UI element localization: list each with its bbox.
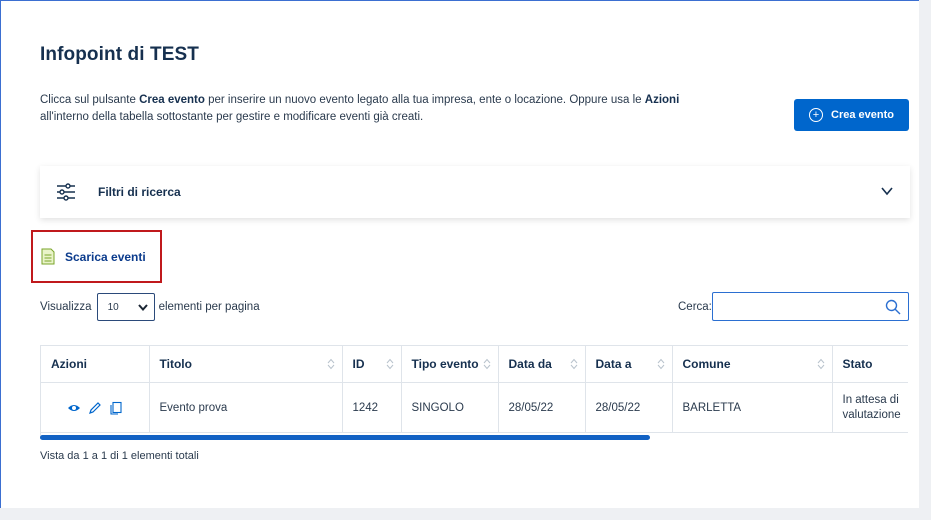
column-header-event-type[interactable]: Tipo evento — [401, 345, 499, 383]
column-header-id[interactable]: ID — [342, 345, 402, 383]
page-title: Infopoint di TEST — [40, 44, 199, 65]
scroll-gutter-bottom — [0, 508, 931, 520]
create-event-label: Crea evento — [831, 109, 894, 121]
sort-icon — [570, 358, 577, 370]
spreadsheet-file-icon — [41, 248, 55, 265]
cell-municipality: BARLETTA — [672, 382, 833, 433]
cell-event-type: SINGOLO — [401, 382, 499, 433]
cell-title: Evento prova — [149, 382, 343, 433]
page-length-control: Visualizza 10 elementi per pagina — [40, 293, 260, 321]
eye-icon[interactable] — [67, 401, 81, 415]
cell-id: 1242 — [342, 382, 402, 433]
filters-label: Filtri di ricerca — [98, 185, 181, 199]
column-header-actions: Azioni — [41, 345, 150, 383]
table-row: Evento prova 1242 SINGOLO 28/05/22 28/05… — [41, 382, 908, 433]
search-input[interactable] — [712, 292, 909, 321]
events-table: Azioni Titolo ID Tipo evento Data da Dat… — [41, 345, 908, 433]
show-label: Visualizza — [40, 301, 92, 313]
scroll-gutter-right — [919, 0, 931, 520]
table-horizontal-scrollbar[interactable] — [40, 435, 650, 440]
chevron-down-icon[interactable] — [880, 184, 894, 198]
events-table-container: Azioni Titolo ID Tipo evento Data da Dat… — [40, 345, 908, 439]
copy-icon[interactable] — [109, 401, 123, 415]
intro-text: Clicca sul pulsante Crea evento per inse… — [40, 94, 680, 123]
cell-date-to: 28/05/22 — [585, 382, 673, 433]
sort-icon — [386, 358, 393, 370]
column-header-date-from[interactable]: Data da — [498, 345, 586, 383]
sliders-icon — [57, 183, 75, 201]
per-page-label: elementi per pagina — [158, 301, 260, 313]
download-events-label: Scarica eventi — [65, 249, 146, 264]
chevron-down-icon — [137, 304, 148, 312]
table-info: Vista da 1 a 1 di 1 elementi totali — [40, 450, 199, 462]
create-event-button[interactable]: + Crea evento — [794, 99, 909, 131]
search-icon[interactable] — [885, 299, 901, 315]
sort-icon — [817, 358, 824, 370]
plus-circle-icon: + — [809, 108, 823, 122]
sort-icon — [657, 358, 664, 370]
page-size-value: 10 — [107, 301, 119, 313]
column-header-date-to[interactable]: Data a — [585, 345, 673, 383]
search-filters-panel[interactable]: Filtri di ricerca — [40, 166, 910, 218]
table-header-row: Azioni Titolo ID Tipo evento Data da Dat… — [41, 345, 908, 383]
download-events-link[interactable]: Scarica eventi — [31, 230, 162, 283]
sort-icon — [327, 358, 334, 370]
column-header-municipality[interactable]: Comune — [672, 345, 833, 383]
column-header-title[interactable]: Titolo — [149, 345, 343, 383]
page-size-select[interactable]: 10 — [96, 293, 155, 321]
search-label: Cerca: — [678, 301, 712, 313]
cell-status: In attesa di valutazione — [832, 382, 908, 433]
cell-date-from: 28/05/22 — [498, 382, 586, 433]
column-header-status[interactable]: Stato — [832, 345, 908, 383]
row-actions — [41, 382, 150, 433]
sort-icon — [483, 358, 490, 370]
pencil-icon[interactable] — [88, 401, 102, 415]
